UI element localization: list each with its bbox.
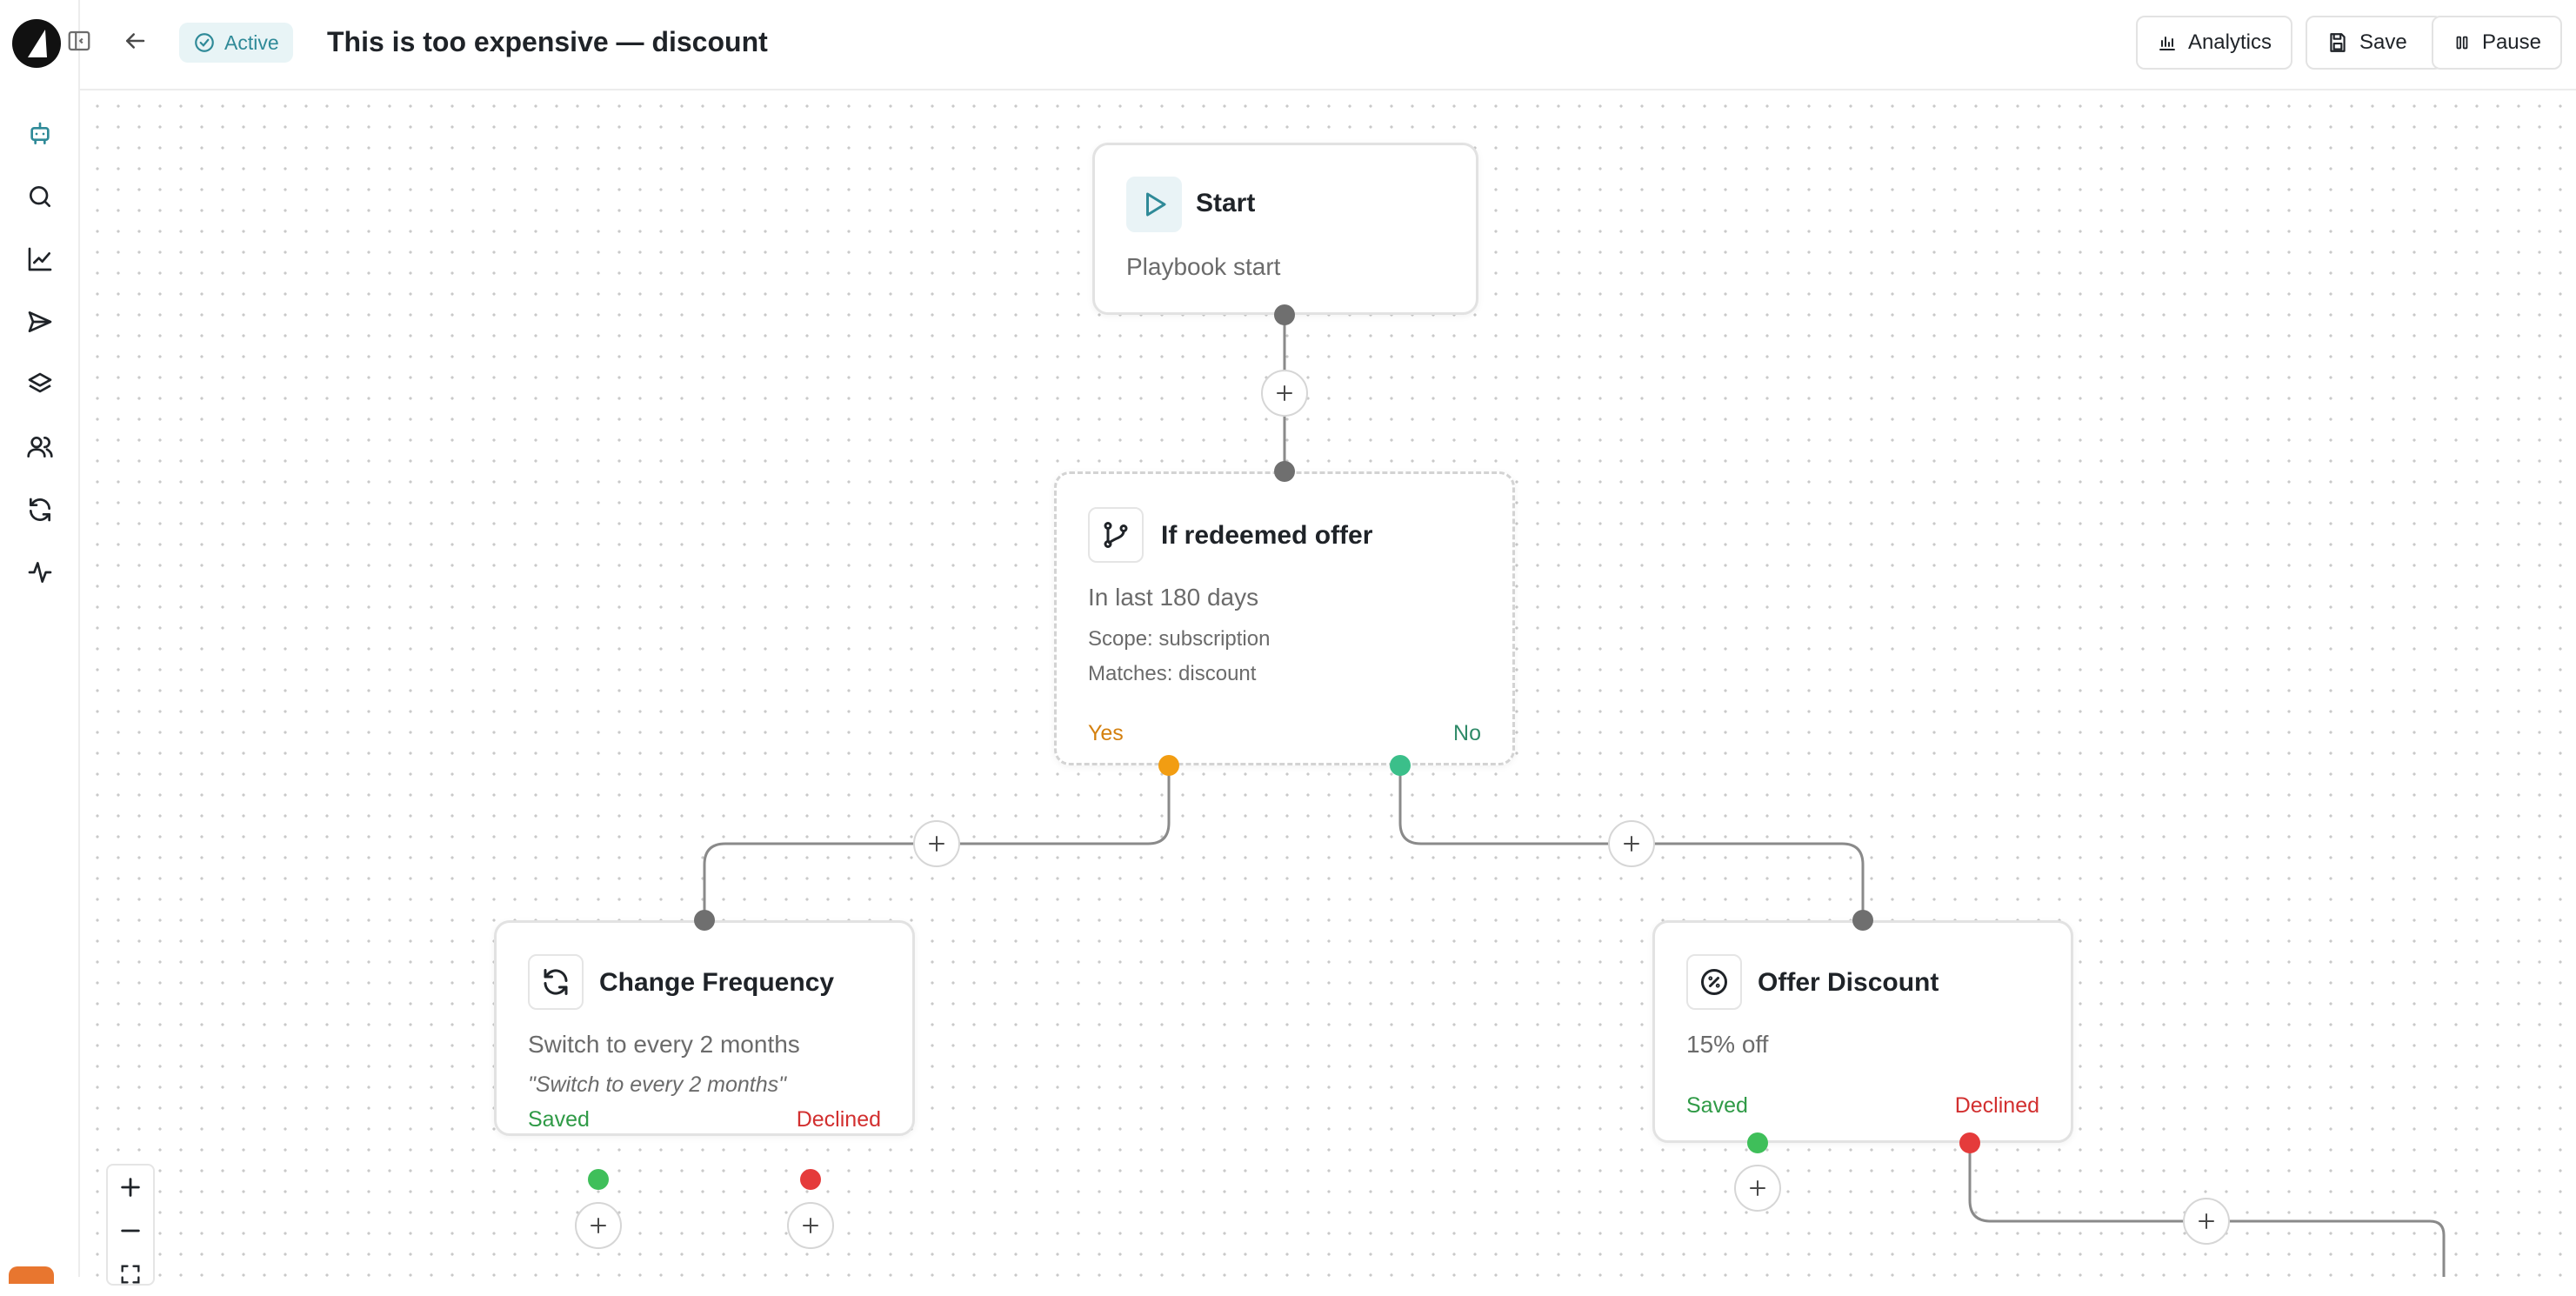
condition-node[interactable]: If redeemed offer In last 180 days Scope… bbox=[1054, 471, 1515, 765]
add-step-button[interactable] bbox=[2183, 1198, 2230, 1245]
fit-view-button[interactable] bbox=[108, 1253, 153, 1296]
change-frequency-declined-port[interactable] bbox=[800, 1169, 821, 1190]
zoom-in-button[interactable] bbox=[108, 1166, 153, 1209]
offer-discount-saved-port[interactable] bbox=[1747, 1132, 1768, 1153]
nav-activity-icon[interactable] bbox=[17, 550, 63, 595]
analytics-button[interactable]: Analytics bbox=[2136, 16, 2292, 70]
nav-refresh-icon[interactable] bbox=[17, 487, 63, 532]
change-frequency-node[interactable]: Change Frequency Switch to every 2 month… bbox=[494, 920, 915, 1136]
condition-matches: Matches: discount bbox=[1088, 662, 1257, 685]
offer-discount-declined-port[interactable] bbox=[1959, 1132, 1980, 1153]
condition-yes-port[interactable] bbox=[1158, 755, 1179, 776]
play-icon bbox=[1126, 177, 1182, 232]
add-step-button[interactable] bbox=[575, 1202, 622, 1249]
add-step-button[interactable] bbox=[1261, 370, 1308, 417]
condition-no-port[interactable] bbox=[1390, 755, 1411, 776]
save-button[interactable]: Save bbox=[2306, 16, 2443, 70]
add-step-button[interactable] bbox=[913, 820, 960, 867]
plus-icon bbox=[2199, 1213, 2214, 1229]
plus-icon bbox=[929, 836, 944, 852]
add-step-button[interactable] bbox=[1734, 1165, 1781, 1212]
change-frequency-title: Change Frequency bbox=[599, 968, 835, 997]
back-arrow-icon[interactable] bbox=[122, 28, 151, 57]
plus-icon bbox=[121, 1178, 140, 1197]
change-frequency-input-port[interactable] bbox=[694, 910, 715, 931]
offer-discount-input-port[interactable] bbox=[1852, 910, 1873, 931]
nav-search-icon[interactable] bbox=[17, 174, 63, 219]
change-frequency-declined-label: Declined bbox=[796, 1107, 881, 1132]
bar-chart-icon bbox=[2159, 37, 2175, 50]
help-tab[interactable] bbox=[9, 1266, 54, 1284]
add-step-button[interactable] bbox=[787, 1202, 834, 1249]
nav-layers-icon[interactable] bbox=[17, 362, 63, 407]
offer-discount-declined-label: Declined bbox=[1954, 1093, 2039, 1118]
analytics-label: Analytics bbox=[2187, 30, 2272, 54]
pause-label: Pause bbox=[2481, 30, 2541, 54]
check-circle-icon bbox=[195, 33, 214, 52]
change-frequency-saved-port[interactable] bbox=[588, 1169, 609, 1190]
zoom-controls bbox=[106, 1164, 155, 1286]
plus-icon bbox=[1624, 836, 1639, 852]
nav-bot-icon[interactable] bbox=[17, 111, 63, 157]
git-branch-icon bbox=[1088, 507, 1144, 563]
nav-chart-line-icon[interactable] bbox=[17, 237, 63, 282]
discount-badge-icon bbox=[1686, 954, 1742, 1010]
condition-scope: Scope: subscription bbox=[1088, 627, 1271, 651]
condition-input-port[interactable] bbox=[1274, 461, 1295, 482]
save-icon bbox=[2330, 33, 2346, 52]
sidebar-toggle-icon[interactable] bbox=[66, 28, 96, 57]
change-frequency-saved-label: Saved bbox=[528, 1107, 590, 1132]
branch-yes-label: Yes bbox=[1088, 721, 1124, 745]
change-frequency-quote: "Switch to every 2 months" bbox=[528, 1072, 787, 1097]
page-title: This is too expensive — discount bbox=[327, 26, 768, 57]
flow-canvas[interactable]: Start Playbook start If redeemed offer I… bbox=[82, 92, 2576, 1277]
fit-view-icon bbox=[121, 1265, 140, 1284]
minus-icon bbox=[121, 1229, 140, 1233]
nav-users-icon[interactable] bbox=[17, 424, 63, 470]
add-step-button[interactable] bbox=[1608, 820, 1655, 867]
branch-no-label: No bbox=[1453, 721, 1481, 745]
condition-subtitle: In last 180 days bbox=[1088, 584, 1259, 611]
change-frequency-subtitle: Switch to every 2 months bbox=[528, 1031, 800, 1058]
start-subtitle: Playbook start bbox=[1126, 253, 1281, 280]
nav-send-icon[interactable] bbox=[17, 299, 63, 344]
status-badge: Active bbox=[179, 23, 293, 63]
start-node[interactable]: Start Playbook start bbox=[1092, 143, 1478, 315]
zoom-out-button[interactable] bbox=[108, 1209, 153, 1253]
start-output-port[interactable] bbox=[1274, 304, 1295, 325]
sidebar bbox=[0, 0, 80, 1284]
plus-icon bbox=[1277, 385, 1292, 401]
pause-icon bbox=[2456, 36, 2468, 50]
plus-icon bbox=[591, 1218, 606, 1233]
status-label: Active bbox=[224, 30, 279, 54]
plus-icon bbox=[1750, 1180, 1765, 1196]
offer-discount-title: Offer Discount bbox=[1758, 968, 1939, 997]
offer-discount-saved-label: Saved bbox=[1686, 1093, 1748, 1118]
pause-button[interactable]: Pause bbox=[2432, 16, 2562, 70]
app-logo[interactable] bbox=[12, 19, 61, 68]
offer-discount-subtitle: 15% off bbox=[1686, 1031, 1769, 1058]
save-label: Save bbox=[2359, 30, 2407, 54]
condition-title: If redeemed offer bbox=[1161, 521, 1373, 550]
refresh-icon bbox=[528, 954, 584, 1010]
plus-icon bbox=[803, 1218, 818, 1233]
start-title: Start bbox=[1196, 189, 1256, 217]
offer-discount-node[interactable]: Offer Discount 15% off Saved Declined bbox=[1652, 920, 2073, 1143]
